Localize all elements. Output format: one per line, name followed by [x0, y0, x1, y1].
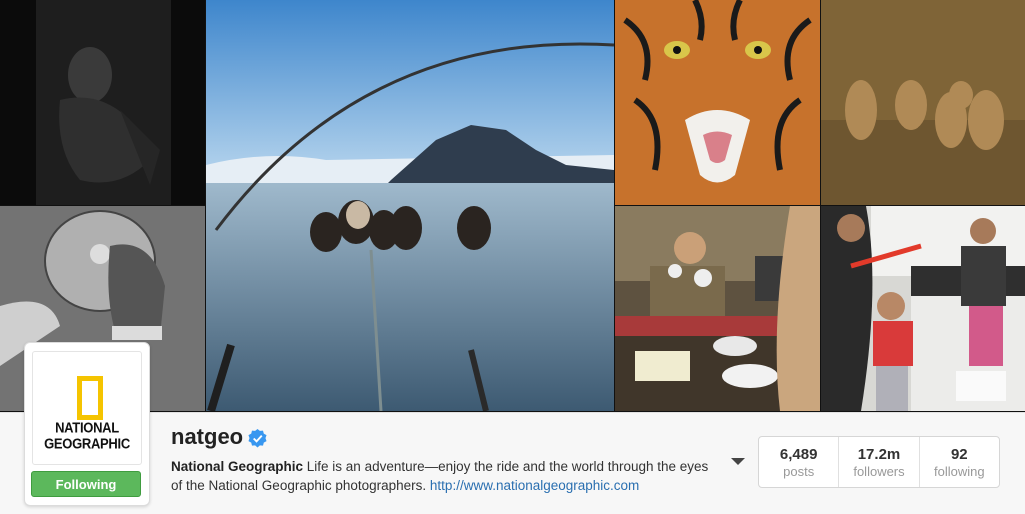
- photo-tiger-face[interactable]: [615, 0, 820, 205]
- avatar[interactable]: NATIONAL GEOGRAPHIC: [32, 351, 142, 465]
- stat-value: 17.2m: [857, 446, 901, 463]
- avatar-card: NATIONAL GEOGRAPHIC Following: [24, 342, 150, 506]
- photo-sled-dogs-ice[interactable]: [206, 0, 614, 411]
- profile-stats: 6,489 posts 17.2m followers 92 following: [758, 436, 1000, 488]
- photo-kitchen-woman[interactable]: [615, 206, 820, 411]
- options-dropdown-icon[interactable]: [731, 458, 745, 465]
- following-button[interactable]: Following: [31, 471, 141, 497]
- stat-label: posts: [783, 464, 815, 479]
- photo-lion-cubs[interactable]: [821, 0, 1025, 205]
- stat-following[interactable]: 92 following: [918, 437, 999, 487]
- natgeo-logo-icon: [77, 376, 103, 420]
- stat-value: 92: [950, 446, 968, 463]
- stat-posts[interactable]: 6,489 posts: [759, 437, 838, 487]
- photo-family-kitchen[interactable]: [821, 206, 1025, 411]
- stat-followers[interactable]: 17.2m followers: [838, 437, 918, 487]
- stat-label: following: [934, 464, 985, 479]
- photo-dark-portrait[interactable]: [0, 0, 205, 205]
- verified-badge-icon: [248, 429, 267, 448]
- bio-link[interactable]: http://www.nationalgeographic.com: [430, 478, 639, 493]
- stat-label: followers: [853, 464, 905, 479]
- photo-mosaic: [0, 0, 1025, 412]
- profile-username: natgeo: [171, 424, 244, 449]
- logo-text: NATIONAL GEOGRAPHIC: [44, 418, 130, 453]
- bio-name: National Geographic: [171, 459, 304, 474]
- profile-bio: National Geographic Life is an adventure…: [171, 457, 721, 495]
- stat-value: 6,489: [779, 446, 818, 463]
